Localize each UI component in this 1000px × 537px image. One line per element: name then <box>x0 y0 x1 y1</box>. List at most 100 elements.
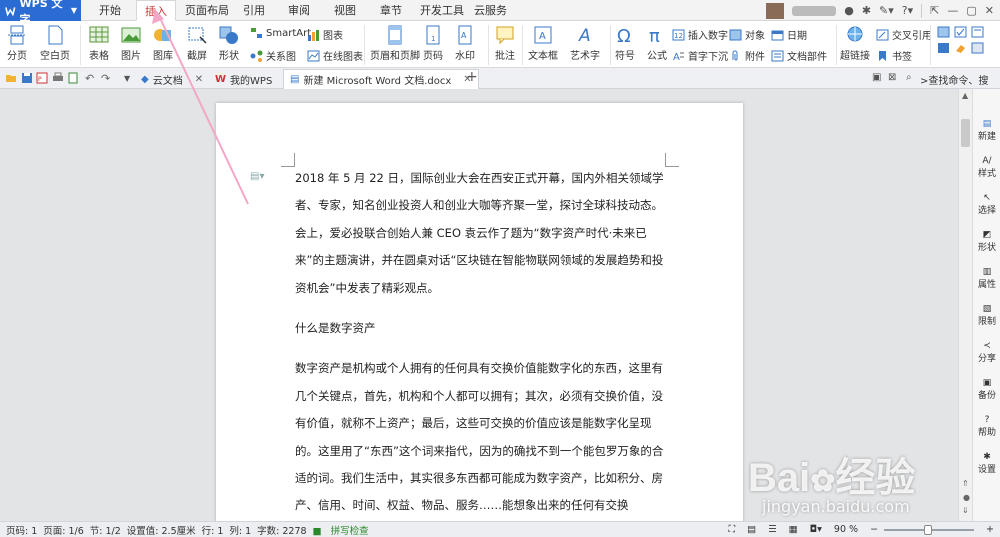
tab-cloud-doc[interactable]: ◆ 云文档 ✕ <box>135 69 209 89</box>
close-icon[interactable]: ✕ <box>985 4 994 17</box>
tab-view[interactable]: 视图 <box>334 0 356 21</box>
hyperlink-button[interactable]: 超链接 <box>840 25 870 62</box>
minimize-icon[interactable]: — <box>947 4 958 17</box>
doc-parts-button[interactable]: 文档部件 <box>771 48 827 63</box>
picture-button[interactable]: 图片 <box>120 25 142 62</box>
symbol-button[interactable]: Ω 符号 <box>614 25 636 62</box>
print-icon[interactable] <box>52 72 64 84</box>
select-browse-icon[interactable]: ● <box>963 493 970 502</box>
scroll-thumb[interactable] <box>961 119 970 147</box>
prev-page-icon[interactable]: ⇑ <box>962 479 969 488</box>
formula-button[interactable]: π 公式 <box>646 25 668 62</box>
tab-page-layout[interactable]: 页面布局 <box>185 0 229 21</box>
page-number-button[interactable]: 1 页码 <box>422 25 444 62</box>
fullscreen-icon[interactable]: ⛶ <box>728 524 735 535</box>
panel-help[interactable]: ? 帮助 <box>973 415 1000 438</box>
print-preview-icon[interactable] <box>67 72 79 84</box>
panel-backup[interactable]: ▣ 备份 <box>973 378 1000 401</box>
tab-cloud[interactable]: 云服务 <box>474 0 507 21</box>
feedback-icon[interactable]: ✎▾ <box>879 4 894 17</box>
new-tab-button[interactable]: + <box>466 69 478 85</box>
skin-icon[interactable]: ● <box>844 4 854 17</box>
maximize-icon[interactable]: ▢ <box>966 4 976 17</box>
relation-icon <box>250 50 263 62</box>
panel-select[interactable]: ↖ 选择 <box>973 193 1000 216</box>
zoom-in-icon[interactable]: + <box>986 524 994 535</box>
tab-start[interactable]: 开始 <box>99 0 121 21</box>
gallery-button[interactable]: 图库 <box>152 25 174 62</box>
tab-developer[interactable]: 开发工具 <box>420 0 464 21</box>
textbox-label: 文本框 <box>528 51 558 62</box>
paragraph-marker-icon[interactable]: ▤▾ <box>250 171 264 182</box>
save-icon[interactable] <box>21 72 33 84</box>
attachment-button[interactable]: 附件 <box>729 48 765 63</box>
tab-chapter[interactable]: 章节 <box>380 0 402 21</box>
screen-icon[interactable]: ▣ <box>872 72 881 83</box>
settings-icon[interactable]: ✱ <box>862 4 871 17</box>
blank-page-button[interactable]: 空白页 <box>40 25 70 62</box>
search-icon[interactable]: ⌕ <box>906 72 912 83</box>
undo-icon[interactable]: ↶ <box>85 72 97 85</box>
panel-style[interactable]: A/样式 <box>973 156 1000 179</box>
help-icon[interactable]: ?▾ <box>902 4 913 17</box>
watermark-brand: Bai✿经验 <box>748 456 916 500</box>
form-icon[interactable] <box>937 26 950 38</box>
document-body[interactable]: 2018 年 5 月 22 日，国际创业大会在西安正式开幕，国内外相关领域学者、… <box>295 165 665 521</box>
date-button[interactable]: 日期 <box>771 27 807 42</box>
relation-button[interactable]: 关系图 <box>250 48 296 63</box>
insert-number-button[interactable]: 12 插入数字 <box>672 27 728 42</box>
close-icon[interactable]: ✕ <box>195 74 203 85</box>
tab-references[interactable]: 引用 <box>243 0 265 21</box>
document-page[interactable]: ▤▾ 2018 年 5 月 22 日，国际创业大会在西安正式开幕，国内外相关领域… <box>216 103 743 521</box>
restore-icon[interactable]: ⇱ <box>930 4 939 17</box>
shape-button[interactable]: 形状 <box>218 25 240 62</box>
panel-settings[interactable]: ✱ 设置 <box>973 452 1000 475</box>
status-pages[interactable]: 页面: 1/6 <box>43 523 84 537</box>
avatar[interactable] <box>766 2 785 19</box>
smartart-button[interactable]: SmartArt <box>250 27 311 39</box>
comment-button[interactable]: 批注 <box>494 25 516 62</box>
textbox-button[interactable]: A 文本框 <box>528 25 558 62</box>
table-button[interactable]: 表格 <box>88 25 110 62</box>
document-tab-bar: P ↶ ↷ ▼ ◆ 云文档 ✕ W 我的WPS ✕ ▤ 新建 Microsoft… <box>0 68 1000 102</box>
checkbox-icon[interactable] <box>954 26 967 38</box>
insert-number-label: 插入数字 <box>688 31 728 42</box>
chart-button[interactable]: 图表 <box>307 27 343 42</box>
dropcap-button[interactable]: A 首字下沉 <box>672 48 728 64</box>
smartart-label: SmartArt <box>266 27 312 39</box>
shading-icon[interactable] <box>971 42 984 54</box>
panel-share[interactable]: ≺ 分享 <box>973 341 1000 364</box>
panel-shape[interactable]: ◩ 形状 <box>973 230 1000 253</box>
vertical-scrollbar[interactable]: ▲ ⇑ ● ⇓ <box>958 89 972 521</box>
panel-new[interactable]: ▤ 新建 <box>973 119 1000 142</box>
cross-ref-button[interactable]: 交叉引用 <box>876 27 932 42</box>
watermark-button[interactable]: A 水印 <box>454 25 476 62</box>
panel-properties[interactable]: ▥ 属性 <box>973 267 1000 290</box>
screenshot-button[interactable]: 截屏 <box>186 25 208 62</box>
export-pdf-icon[interactable]: P <box>36 72 48 84</box>
bookmark-button[interactable]: 书签 <box>876 48 912 63</box>
object-button[interactable]: 对象 <box>729 27 765 42</box>
eraser-icon[interactable] <box>954 42 967 54</box>
header-footer-button[interactable]: 页眉和页脚 <box>370 25 420 62</box>
wps-logo[interactable]: WPS 文字 ▼ <box>0 0 81 26</box>
online-chart-icon <box>307 50 320 61</box>
page-break-button[interactable]: 分页 <box>6 25 28 62</box>
scroll-up-icon[interactable]: ▲ <box>962 91 968 100</box>
open-folder-icon[interactable] <box>5 72 17 84</box>
tab-insert[interactable]: 插入 <box>136 0 176 21</box>
lock-icon[interactable]: ⊠ <box>888 72 896 83</box>
panel-restrict[interactable]: ▧ 限制 <box>973 304 1000 327</box>
online-chart-button[interactable]: 在线图表 <box>307 48 363 63</box>
spell-check-status[interactable]: ■ 拼写检查 <box>313 523 369 537</box>
listbox-icon[interactable] <box>971 26 984 38</box>
status-word-count[interactable]: 字数: 2278 <box>257 523 306 537</box>
tab-current-doc[interactable]: ▤ 新建 Microsoft Word 文档.docx ✕ <box>283 69 479 89</box>
wordart-button[interactable]: A 艺术字 <box>570 25 600 62</box>
redo-icon[interactable]: ↷ <box>101 72 113 85</box>
form-field-icon[interactable] <box>937 42 950 54</box>
status-page-number[interactable]: 页码: 1 <box>6 523 37 537</box>
next-page-icon[interactable]: ⇓ <box>962 506 969 515</box>
tab-review[interactable]: 审阅 <box>288 0 310 21</box>
panel-label: 样式 <box>977 169 996 179</box>
